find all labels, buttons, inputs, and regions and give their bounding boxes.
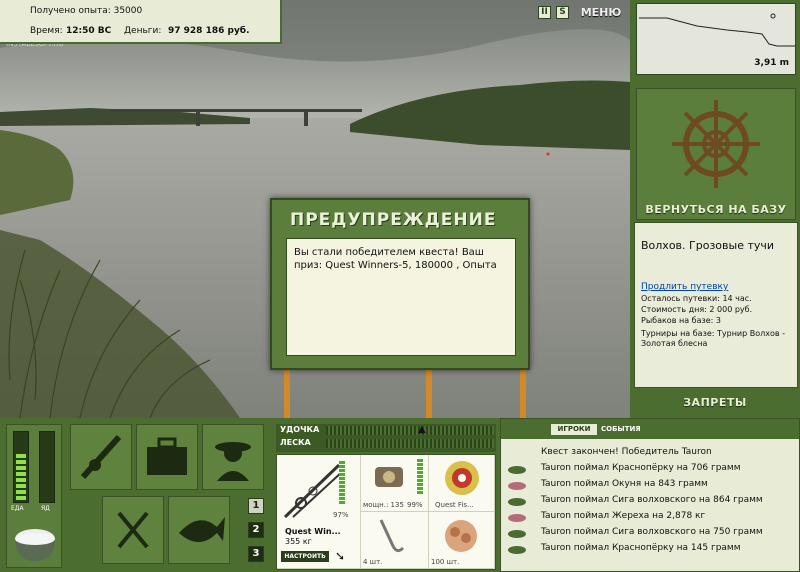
depth-chart: 3,91 m [636,3,796,75]
rod-tension-bar [326,426,494,435]
depth-value: 3,91 m [754,58,789,68]
menu-button[interactable]: МЕНЮ [578,3,624,23]
fish-icon [508,530,526,538]
bait-count: 100 шт. [431,558,460,566]
tackle-panel: 97% Quest Win... 355 кг НАСТРОИТЬ ➘ мощн… [276,454,496,570]
line-tension-bar [326,439,494,448]
reel-condition-bar [417,459,423,495]
fish-slot[interactable] [168,496,230,564]
sound-button[interactable]: S [556,6,569,19]
line-label: ЛЕСКА [280,438,311,447]
cutlery-icon [117,511,149,549]
extend-pass-link[interactable]: Продлить путевку [641,282,791,292]
reel-cell[interactable]: мощн.: 135 99% [361,455,429,512]
setup-button[interactable]: НАСТРОИТЬ [281,551,329,562]
tab-events[interactable]: СОБЫТИЯ [601,424,641,435]
rod-icon [80,434,122,480]
tension-panel: УДОЧКА ЛЕСКА ▲ [276,424,496,452]
base-panel: ВЕРНУТЬСЯ НА БАЗУ [636,88,796,220]
money-label: Деньги: [124,26,162,36]
page-1-button[interactable]: 1 [248,498,264,514]
reel-percent: 99% [407,501,423,509]
rod-2[interactable] [426,368,432,418]
ship-wheel-icon[interactable] [637,89,795,199]
money-value: 97 928 186 руб. [168,26,250,36]
day-cost: Стоимость дня: 2 000 руб. [641,305,753,314]
line-name: Quest Fis... [435,501,474,509]
fish-icon [508,482,526,490]
fish-icon [508,546,526,554]
events-log: ИГРОКИ СОБЫТИЯ Квест закончен! Победител… [500,418,800,572]
warning-dialog: ПРЕДУПРЕЖДЕНИЕ Вы стали победителем квес… [270,198,530,370]
tension-marker-icon: ▲ [418,424,426,435]
bait-pot-icon[interactable] [11,517,59,565]
rod-weight: 355 кг [285,537,312,546]
food-label: ЕДА [11,505,24,512]
fisherman-icon [215,442,251,481]
line-spool-icon [445,461,479,495]
rod-name: Quest Win... [285,527,341,536]
status-bar: Получено опыта: 35000 Время: 12:50 ВС Де… [0,0,282,44]
line-cell[interactable]: Quest Fis... [429,455,495,512]
arrow-icon: ➘ [335,549,346,563]
rod-slot[interactable] [70,424,132,490]
rod-1[interactable] [284,368,290,418]
hook-cell[interactable]: 4 шт. [361,512,429,569]
tournaments: Турниры на базе: Турнир Волхов - Золотая… [641,329,786,348]
poison-label: ЯД [41,505,50,512]
pause-button[interactable]: II [538,6,551,19]
tab-players[interactable]: ИГРОКИ [551,424,597,435]
food-slot[interactable] [102,496,164,564]
bait-icon [445,520,477,552]
bans-button[interactable]: ЗАПРЕТЫ [630,396,800,409]
tackle-box-icon [147,437,187,475]
return-to-base-button[interactable]: ВЕРНУТЬСЯ НА БАЗУ [637,203,795,216]
rod-cell[interactable]: 97% Quest Win... 355 кг НАСТРОИТЬ ➘ [277,455,361,569]
anglers: Рыбаков на базе: 3 [641,316,721,325]
bridge [110,109,362,112]
dialog-title: ПРЕДУПРЕЖДЕНИЕ [290,210,497,230]
reel-power: мощн.: 135 [363,501,404,509]
fish-icon [179,517,225,542]
poison-meter [39,431,55,503]
pass-left: Осталось путевки: 14 час. [641,294,752,303]
rod-label: УДОЧКА [280,425,320,434]
bait-cell[interactable]: 100 шт. [429,512,495,569]
time-value: 12:50 ВС [66,26,112,36]
fish-icon [508,514,526,522]
reel-icon [375,467,403,487]
xp-text: Получено опыта: 35000 [30,6,143,16]
page-3-button[interactable]: 3 [248,546,264,562]
location-title: Волхов. Грозовые тучи [641,239,775,252]
rod-condition-bar [339,461,345,505]
page-2-button[interactable]: 2 [248,522,264,538]
status-meters: ЕДА ЯД [6,424,62,568]
hook-icon [379,519,405,553]
location-info: Волхов. Грозовые тучи Продлить путевку О… [634,222,798,388]
food-meter [13,431,29,503]
hook-count: 4 шт. [363,558,383,566]
dialog-message: Вы стали победителем квеста! Ваш приз: Q… [286,238,516,356]
fish-icon [508,466,526,474]
tackle-box-slot[interactable] [136,424,198,490]
time-label: Время: [30,26,63,36]
fish-icon [508,498,526,506]
fisherman-slot[interactable] [202,424,264,490]
rod-percent: 97% [333,511,349,519]
rod-3[interactable] [520,368,526,418]
